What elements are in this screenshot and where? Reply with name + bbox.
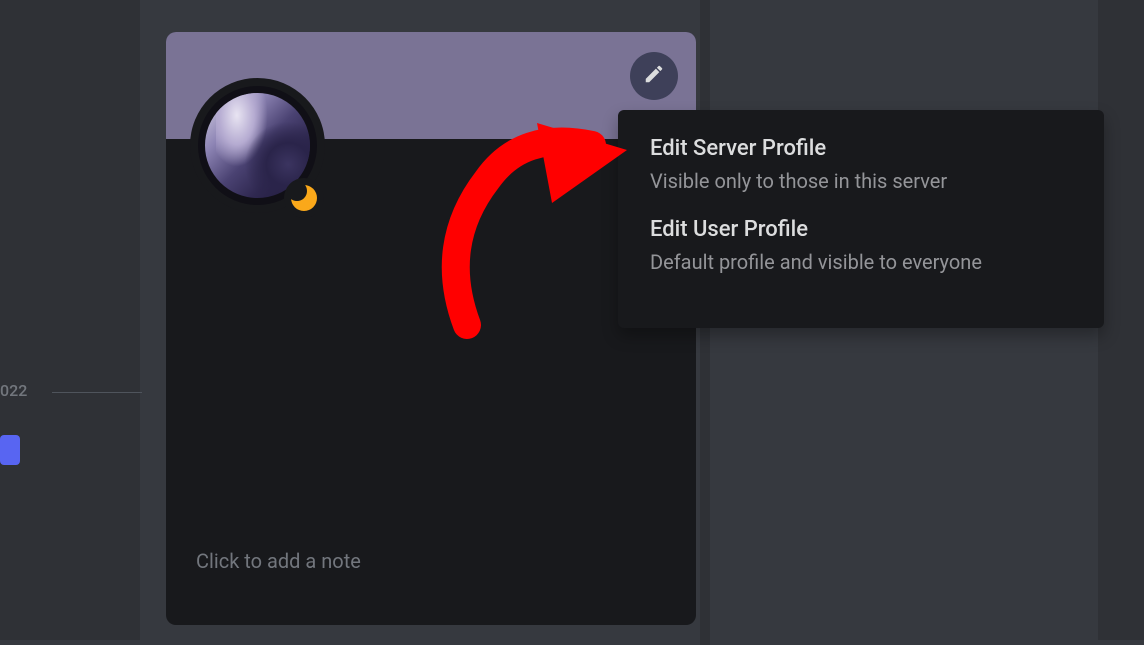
date-separator-text: 022 [0,381,27,400]
menu-item-desc: Default profile and visible to everyone [650,250,1072,274]
menu-item-title: Edit Server Profile [650,136,1072,161]
channel-list-track [1098,0,1144,640]
note-input[interactable]: Click to add a note [196,549,361,573]
sidebar-badge [0,435,20,465]
user-profile-card: Click to add a note [166,32,696,625]
pencil-icon [643,63,665,89]
edit-profile-button[interactable] [630,52,678,100]
menu-item-desc: Visible only to those in this server [650,169,1072,193]
menu-item-title: Edit User Profile [650,217,1072,242]
edit-profile-menu: Edit Server Profile Visible only to thos… [618,110,1104,328]
sidebar-background [0,0,140,640]
status-indicator-container [284,178,324,218]
date-separator-line [52,392,142,393]
menu-item-edit-user-profile[interactable]: Edit User Profile Default profile and vi… [618,209,1104,290]
idle-status-icon [291,185,317,211]
menu-item-edit-server-profile[interactable]: Edit Server Profile Visible only to thos… [618,128,1104,209]
